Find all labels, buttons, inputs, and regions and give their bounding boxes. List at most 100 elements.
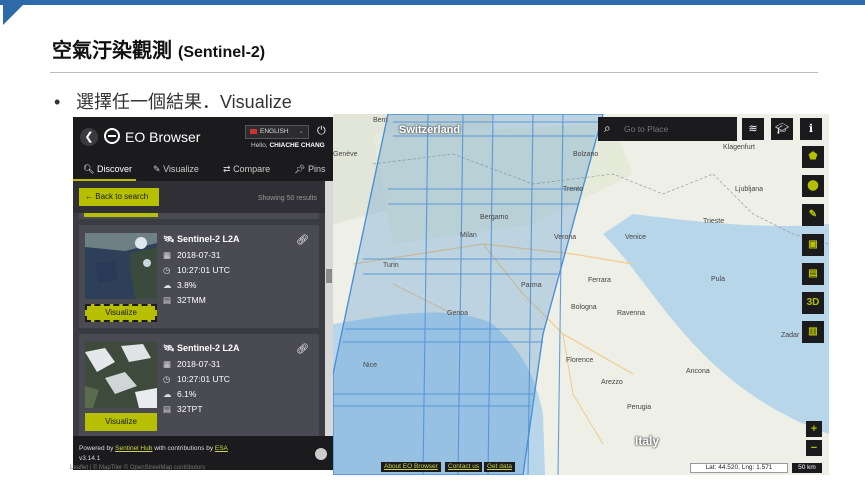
tab-discover-label: Discover (96, 164, 132, 174)
results-count: Showing 50 results (257, 195, 317, 202)
slide-title-sub: (Sentinel-2) (178, 44, 266, 61)
result-tile: ▤ 32TPT (163, 404, 203, 415)
result-date-value: 2018-07-31 (177, 250, 221, 260)
3d-view-icon[interactable]: 3D (802, 292, 824, 314)
place-nice: Nice (363, 362, 378, 369)
place-ferrara: Ferrara (588, 277, 611, 284)
link-icon[interactable]: 🔗︎ (296, 235, 309, 246)
result-card[interactable]: 🛰︎ Sentinel-2 L2A 🔗︎ ▦ 2018-07-31 ◷ 10:27:… (79, 334, 319, 437)
greeting-label: Hello, (251, 142, 268, 149)
zoom-in-button[interactable]: + (806, 421, 822, 437)
panel-tabs: 🔍︎ Discover ✎ Visualize ⇄ Compare 📌︎ Pin… (73, 157, 333, 181)
collapse-panel-button[interactable]: ❮ (80, 128, 98, 146)
draw-polygon-icon[interactable]: ⬟ (802, 146, 824, 168)
timelapse-icon[interactable]: ▤ (802, 263, 824, 285)
map-attribution[interactable]: Leaflet | © MapTiler © OpenStreetMap con… (70, 465, 205, 471)
result-thumbnail (85, 342, 157, 408)
place-search-input[interactable]: Go to Place (624, 124, 668, 134)
place-ljubljana: Ljubljana (735, 186, 764, 193)
result-thumbnail (85, 233, 157, 299)
result-tile-value: 32TMM (177, 295, 206, 305)
zoom-out-button[interactable]: − (806, 440, 822, 456)
results-toolbar: ← Back to search Showing 50 results (73, 181, 325, 213)
tab-visualize-label: Visualize (163, 164, 199, 174)
tab-pins[interactable]: 📌︎ Pins (294, 164, 325, 175)
result-satellite-label: Sentinel-2 L2A (176, 234, 240, 244)
result-card-partial (79, 213, 319, 219)
place-genoa: Genoa (447, 310, 469, 317)
language-select[interactable]: ENGLISH ⌄ (245, 125, 309, 139)
satellite-icon: 🛰︎ (163, 234, 175, 244)
link-icon[interactable]: 🔗︎ (296, 344, 309, 355)
bullet-dot-icon: • (54, 92, 61, 112)
footer-credits: Powered by Sentinel Hub with contributio… (79, 445, 228, 452)
info-icon[interactable]: ℹ (800, 118, 822, 140)
result-time-value: 10:27:01 UTC (177, 374, 230, 384)
measure-icon[interactable]: ✎ (802, 204, 824, 226)
contact-us-link[interactable]: Contact us (445, 462, 483, 472)
place-ravenna: Ravenna (617, 310, 646, 317)
place-search[interactable]: ⌕ Go to Place (598, 117, 737, 141)
tab-compare-label: Compare (233, 164, 271, 174)
logout-icon[interactable]: ⏻ (317, 125, 326, 138)
about-eo-browser-link[interactable]: About EO Browser (381, 462, 441, 472)
place-italy: Italy (635, 434, 660, 448)
map-icon: ▤ (163, 404, 172, 414)
place-trento: Trento (563, 186, 583, 193)
results-scrollbar[interactable] (325, 181, 333, 436)
place-parma: Parma (521, 282, 542, 289)
visualize-button[interactable]: Visualize (85, 304, 157, 322)
tab-compare[interactable]: ⇄ Compare (223, 164, 270, 175)
map-canvas[interactable]: Switzerland Bern Genève Bolzano Klagenfu… (333, 114, 829, 475)
app-version: v3.14.1 (79, 455, 101, 462)
tab-pins-label: Pins (307, 164, 326, 174)
place-arezzo: Arezzo (601, 379, 623, 386)
image-download-icon[interactable]: ▣ (802, 234, 824, 256)
poi-marker-icon[interactable]: ⬤ (802, 175, 824, 197)
language-value: ENGLISH (260, 128, 289, 135)
tab-discover[interactable]: 🔍︎ Discover (83, 164, 132, 175)
place-bern: Bern (373, 117, 388, 124)
esa-link[interactable]: ESA (215, 445, 228, 452)
place-switzerland: Switzerland (399, 124, 461, 136)
title-divider (50, 72, 818, 73)
place-torino: Turin (383, 262, 399, 269)
compare-icon: ⇄ (223, 164, 231, 174)
calendar-icon: ▦ (163, 359, 172, 369)
search-icon: 🔍︎ (83, 164, 95, 174)
slide-title-main: 空氣汙染觀測 (52, 40, 172, 62)
flag-icon (250, 129, 257, 134)
sentinel-hub-link[interactable]: Sentinel Hub (115, 445, 152, 452)
result-date-value: 2018-07-31 (177, 359, 221, 369)
calendar-icon: ▦ (163, 250, 172, 260)
back-to-search-button[interactable]: ← Back to search (79, 188, 159, 206)
slide-corner-accent (3, 5, 23, 25)
results-scrollbar-thumb[interactable] (326, 269, 332, 283)
visualize-button[interactable]: Visualize (85, 413, 157, 431)
satellite-icon: 🛰︎ (163, 343, 175, 353)
visualize-button-partial[interactable] (84, 213, 158, 217)
education-icon[interactable]: 🎓︎ (771, 118, 793, 140)
place-bergamo: Bergamo (480, 214, 509, 221)
histogram-icon[interactable]: ▥ (802, 321, 824, 343)
result-cloud-value: 3.8% (177, 280, 197, 290)
theme-toggle-icon[interactable] (315, 448, 327, 460)
map-scale: 50 km (792, 463, 822, 473)
map-coordinates: Lat: 44.520, Lng: 1.571 (690, 463, 788, 473)
result-cloud: ☁ 6.1% (163, 389, 196, 400)
result-tile: ▤ 32TMM (163, 295, 206, 306)
place-venice: Venice (625, 234, 647, 241)
get-data-link[interactable]: Get data (484, 462, 515, 472)
clock-icon: ◷ (163, 265, 171, 275)
layers-icon[interactable]: ≋ (742, 118, 764, 140)
result-time: ◷ 10:27:01 UTC (163, 265, 230, 276)
cloud-icon: ☁ (163, 280, 172, 290)
tab-visualize[interactable]: ✎ Visualize (153, 164, 199, 175)
result-satellite-label: Sentinel-2 L2A (176, 343, 240, 353)
map-icon: ▤ (163, 295, 172, 305)
result-card[interactable]: 🛰︎ Sentinel-2 L2A 🔗︎ ▦ 2018-07-31 ◷ 10:27:… (79, 225, 319, 328)
bullet-text: 選擇任一個結果．Visualize (76, 92, 292, 112)
place-klagenfurt: Klagenfurt (723, 144, 755, 151)
pin-icon: 📌︎ (294, 164, 306, 174)
place-perugia: Perugia (627, 404, 652, 411)
